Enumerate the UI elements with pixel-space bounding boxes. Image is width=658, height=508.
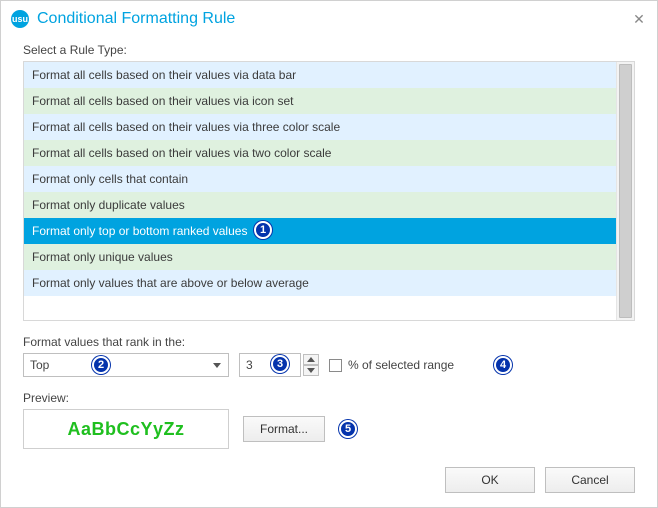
percent-of-range-label: % of selected range (348, 358, 454, 372)
rule-type-list: Format all cells based on their values v… (23, 61, 635, 321)
scrollbar-thumb[interactable] (619, 64, 632, 318)
annotation-2: 2 (92, 356, 110, 374)
format-preview-box: AaBbCcYyZz (23, 409, 229, 449)
rank-direction-dropdown[interactable]: Top 2 (23, 353, 229, 377)
rule-type-item[interactable]: Format only cells that contain (24, 166, 616, 192)
scrollbar[interactable] (616, 62, 634, 320)
annotation-1: 1 (254, 221, 272, 239)
spinner-up-icon[interactable] (303, 354, 319, 365)
rule-type-item[interactable]: Format only duplicate values (24, 192, 616, 218)
title-bar: usu Conditional Formatting Rule ✕ (1, 1, 657, 37)
close-icon[interactable]: ✕ (629, 9, 649, 29)
annotation-4: 4 (494, 356, 512, 374)
rule-type-item[interactable]: Format all cells based on their values v… (24, 88, 616, 114)
ok-button[interactable]: OK (445, 467, 535, 493)
rule-type-item[interactable]: Format only top or bottom ranked values1 (24, 218, 616, 244)
rule-type-item[interactable]: Format all cells based on their values v… (24, 140, 616, 166)
spinner-down-icon[interactable] (303, 365, 319, 376)
chevron-down-icon (209, 357, 225, 373)
format-preview-text: AaBbCcYyZz (67, 419, 184, 440)
label-rank-in: Format values that rank in the: (23, 335, 635, 349)
rule-type-item[interactable]: Format all cells based on their values v… (24, 114, 616, 140)
rule-type-item[interactable]: Format only values that are above or bel… (24, 270, 616, 296)
label-preview: Preview: (23, 391, 635, 405)
rank-count-spinner: 3 (239, 353, 319, 377)
dialog-title: Conditional Formatting Rule (37, 10, 235, 28)
dialog-conditional-formatting-rule: usu Conditional Formatting Rule ✕ Select… (0, 0, 658, 508)
annotation-5: 5 (339, 420, 357, 438)
app-icon: usu (11, 10, 29, 28)
dialog-content: Select a Rule Type: Format all cells bas… (1, 37, 657, 449)
rule-type-item[interactable]: Format only unique values (24, 244, 616, 270)
dialog-footer: OK Cancel (445, 467, 635, 493)
rule-type-item[interactable]: Format all cells based on their values v… (24, 62, 616, 88)
annotation-3: 3 (271, 355, 289, 373)
label-select-rule-type: Select a Rule Type: (23, 43, 635, 57)
rank-direction-value: Top (30, 358, 49, 372)
rank-count-input[interactable] (239, 353, 301, 377)
cancel-button[interactable]: Cancel (545, 467, 635, 493)
format-button[interactable]: Format... (243, 416, 325, 442)
percent-of-range-checkbox[interactable] (329, 359, 342, 372)
